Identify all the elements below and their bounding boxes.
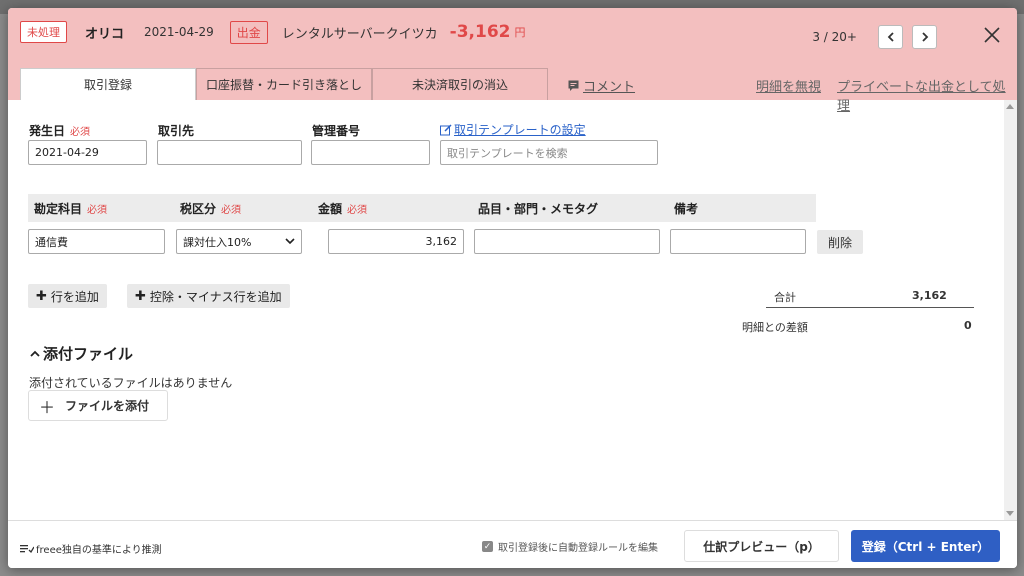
partner-label: 取引先 <box>158 124 195 138</box>
comment-link[interactable]: コメント <box>568 76 635 95</box>
transaction-modal: 未処理 オリコ 2021-04-29 出金 レンタルサーバークイツカ -3,16… <box>8 8 1017 568</box>
template-settings-label: 取引テンプレートの設定 <box>454 123 586 137</box>
col-tags: 品目・部門・メモタグ <box>472 194 668 222</box>
estimate-icon <box>20 544 34 553</box>
direction-badge: 出金 <box>229 20 268 44</box>
tab-card-withdrawal[interactable]: 口座振替・カード引き落とし <box>196 68 372 100</box>
col-amount: 金額 必須 <box>312 194 472 222</box>
close-icon[interactable] <box>981 24 1003 46</box>
attach-file-button[interactable]: ＋ ファイルを添付 <box>28 390 168 421</box>
pager-text: 3 / 20+ <box>812 30 857 44</box>
template-search-input[interactable]: 取引テンプレートを検索 <box>440 140 658 165</box>
add-deduction-row-button[interactable]: ✚ 控除・マイナス行を追加 <box>127 284 290 308</box>
chevron-down-icon <box>285 238 295 245</box>
private-expense-link[interactable]: プライベートな出金として処理 <box>837 76 1017 114</box>
next-button[interactable] <box>912 25 937 49</box>
col-tax: 税区分 必須 <box>174 194 312 222</box>
partner-name: オリコ <box>85 26 125 42</box>
submit-button[interactable]: 登録（Ctrl + Enter） <box>851 530 1000 562</box>
diff-value: 0 <box>964 319 972 332</box>
scrollbar[interactable] <box>1004 100 1017 520</box>
chevron-left-icon <box>887 32 894 42</box>
template-settings-link[interactable]: 取引テンプレートの設定 <box>440 121 586 138</box>
transaction-date: 2021-04-29 <box>144 25 214 39</box>
tags-input[interactable] <box>474 229 660 254</box>
comment-icon <box>568 80 579 91</box>
plus-icon: ＋ <box>39 397 56 417</box>
total-value: 3,162 <box>912 289 947 302</box>
issue-date-input[interactable]: 2021-04-29 <box>28 140 147 165</box>
comment-link-label: コメント <box>583 80 636 95</box>
col-account: 勘定科目 必須 <box>28 194 174 222</box>
plus-icon: ✚ <box>135 288 146 304</box>
manage-no-input[interactable] <box>311 140 430 165</box>
tax-select[interactable]: 課対仕入10% <box>176 229 302 254</box>
pager: 3 / 20+ <box>812 25 937 49</box>
journal-preview-button[interactable]: 仕訳プレビュー（p） <box>684 530 839 562</box>
edit-icon <box>440 123 452 135</box>
required-mark: 必須 <box>347 204 368 216</box>
transaction-amount: -3,162 <box>449 22 511 42</box>
scroll-down-arrow-icon[interactable] <box>1006 511 1014 516</box>
note-input[interactable] <box>670 229 806 254</box>
summary-divider <box>766 307 974 308</box>
tab-register[interactable]: 取引登録 <box>20 68 196 100</box>
currency-unit: 円 <box>514 26 526 39</box>
tab-bar: 取引登録 口座振替・カード引き落とし 未決済取引の消込 <box>20 68 548 100</box>
no-attachments-text: 添付されているファイルはありません <box>29 376 233 390</box>
prev-button[interactable] <box>878 25 903 49</box>
chevron-up-icon <box>30 350 40 357</box>
modal-footer: freee独自の基準により推測 ✓ 取引登録後に自動登録ルールを編集 仕訳プレビ… <box>8 520 1017 568</box>
attachments-toggle[interactable]: 添付ファイル <box>30 343 133 364</box>
modal-header: 未処理 オリコ 2021-04-29 出金 レンタルサーバークイツカ -3,16… <box>8 8 1017 114</box>
auto-rule-checkbox[interactable]: ✓ 取引登録後に自動登録ルールを編集 <box>482 539 658 554</box>
delete-row-button[interactable]: 削除 <box>817 230 863 254</box>
chevron-right-icon <box>921 32 928 42</box>
status-badge: 未処理 <box>20 21 67 43</box>
attachments-title: 添付ファイル <box>43 345 134 363</box>
account-input[interactable]: 通信費 <box>28 229 165 254</box>
add-row-button[interactable]: ✚ 行を追加 <box>28 284 107 308</box>
estimate-note: freee独自の基準により推測 <box>20 541 162 556</box>
required-mark: 必須 <box>221 204 242 216</box>
total-label: 合計 <box>774 291 796 304</box>
issue-date-label: 発生日 必須 <box>29 124 91 138</box>
transaction-description: レンタルサーバークイツカ <box>281 26 438 42</box>
required-mark: 必須 <box>70 127 91 138</box>
ignore-detail-link[interactable]: 明細を無視 <box>756 76 821 95</box>
col-note: 備考 <box>668 194 816 222</box>
transaction-summary: 未処理 オリコ 2021-04-29 出金 レンタルサーバークイツカ -3,16… <box>20 20 526 44</box>
plus-icon: ✚ <box>36 288 47 304</box>
partner-input[interactable] <box>157 140 302 165</box>
manage-no-label: 管理番号 <box>312 124 361 138</box>
checkmark-icon: ✓ <box>482 541 493 552</box>
scroll-up-arrow-icon[interactable] <box>1006 104 1014 109</box>
tab-clear-unsettled[interactable]: 未決済取引の消込 <box>372 68 548 100</box>
required-mark: 必須 <box>87 204 108 216</box>
amount-input[interactable]: 3,162 <box>328 229 464 254</box>
diff-label: 明細との差額 <box>742 321 808 334</box>
